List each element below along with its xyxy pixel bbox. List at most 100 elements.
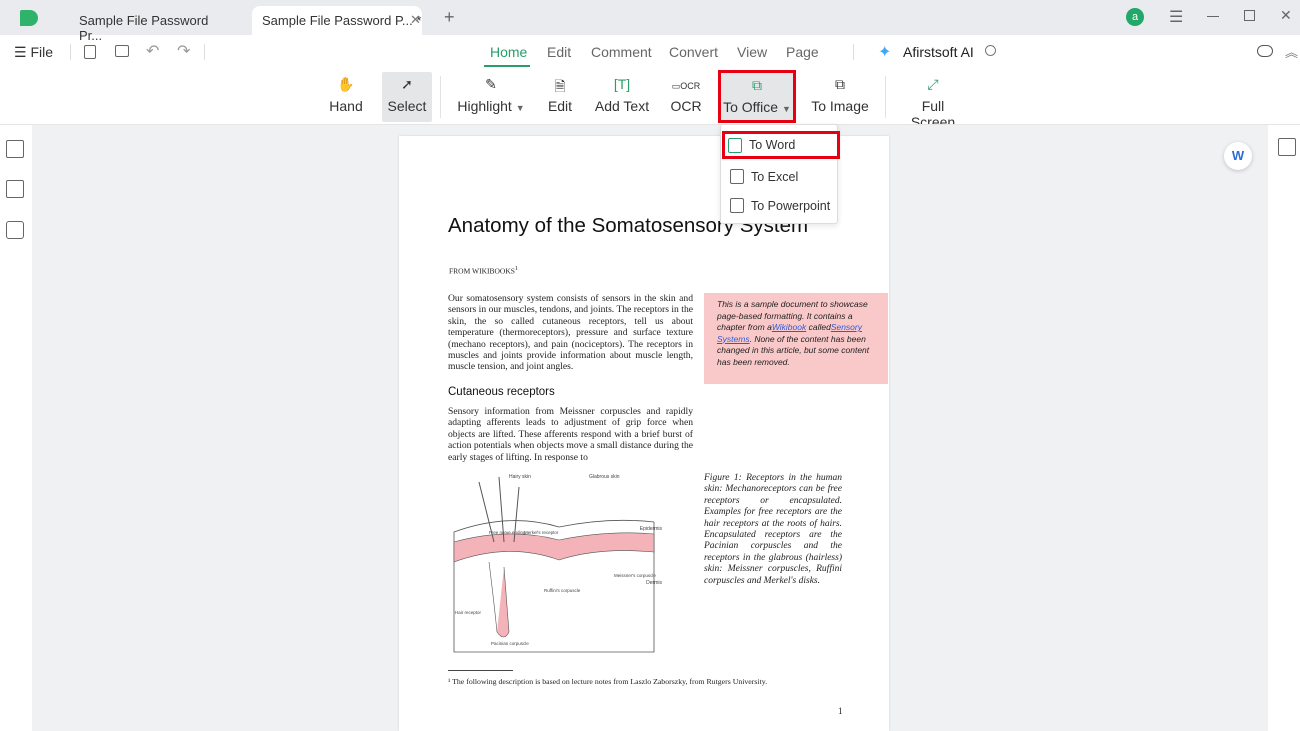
menu-row: ☰ File ↶ ↷ Home Edit Comment Convert Vie… [0, 35, 1300, 69]
fig-label: Dermis [646, 580, 662, 586]
select-tool[interactable]: ➚ Select [382, 72, 432, 122]
divider [70, 44, 71, 60]
bookmark-add-icon[interactable] [6, 180, 24, 198]
save-icon[interactable] [84, 45, 96, 59]
tab-2[interactable]: Sample File Password P... * ✕ [252, 6, 422, 35]
powerpoint-icon [730, 198, 744, 213]
tool-label: To Office [723, 99, 779, 115]
menu-page[interactable]: Page [786, 44, 819, 60]
footnote-rule [448, 670, 513, 671]
maximize-icon[interactable] [1244, 10, 1255, 21]
app-logo [20, 10, 38, 26]
paragraph-cutaneous: Sensory information from Meissner corpus… [448, 406, 693, 463]
fig-label: Free nerve ending [489, 530, 526, 535]
avatar[interactable]: a [1126, 8, 1144, 26]
file-label: File [30, 44, 54, 60]
paragraph-intro: Our somatosensory system consists of sen… [448, 293, 693, 373]
divider [853, 44, 854, 60]
new-tab-icon[interactable]: + [444, 7, 455, 28]
ocr-tool[interactable]: ▭OCR OCR [668, 72, 704, 122]
fig-label: Merkel's receptor [524, 530, 559, 535]
fig-label: Pacinian corpuscle [491, 641, 529, 646]
undo-icon[interactable]: ↶ [146, 41, 159, 61]
add-text-tool[interactable]: [T] Add Text [592, 72, 652, 122]
page-number: 1 [838, 706, 843, 716]
option-label: To Excel [751, 170, 799, 184]
to-office-dropdown: To Word To Excel To Powerpoint [720, 124, 840, 224]
skin-receptors-figure: Hairy skin Glabrous skin Epidermis Dermi… [453, 474, 663, 653]
menu-home[interactable]: Home [490, 44, 527, 60]
wikibook-link[interactable]: Wikibook [772, 322, 806, 332]
to-office-tool[interactable]: ⧉ To Office ▼ [718, 70, 796, 123]
tool-label: Select [387, 98, 427, 114]
section-heading: Cutaneous receptors [448, 386, 555, 398]
close-tab-icon[interactable]: ✕ [410, 12, 421, 28]
close-window-icon[interactable]: ✕ [1280, 7, 1292, 24]
doc-source: FROM WIKIBOOKS1 [449, 265, 518, 276]
fig-label: Glabrous skin [589, 474, 620, 480]
hand-tool[interactable]: ✋ Hand [326, 72, 366, 122]
sample-note-box: This is a sample document to showcase pa… [704, 293, 888, 384]
redo-icon[interactable]: ↷ [177, 41, 190, 61]
fig-label: Ruffini's corpuscle [544, 588, 581, 593]
ai-button[interactable]: Afirstsoft AI [903, 44, 974, 60]
to-excel-option[interactable]: To Excel [727, 165, 837, 189]
hand-icon: ✋ [337, 76, 355, 92]
image-icon: ⧉ [835, 76, 845, 92]
tab-label: Sample File Password P... * [262, 13, 422, 28]
divider [204, 44, 205, 60]
ocr-icon: ▭OCR [671, 81, 701, 91]
menu-convert[interactable]: Convert [669, 44, 718, 60]
tool-label: Highlight [457, 98, 512, 114]
fig-label: Meissner's corpuscle [614, 573, 656, 578]
translate-icon[interactable]: W [1224, 142, 1252, 170]
ai-sparkle-icon: ✦ [878, 44, 892, 61]
option-label: To Powerpoint [751, 199, 831, 213]
tab-bar: Sample File Password Pr... Sample File P… [0, 0, 1300, 43]
minimize-icon[interactable] [1207, 16, 1219, 17]
cursor-icon: ➚ [401, 76, 413, 92]
footnote: ¹ The following description is based on … [448, 677, 768, 686]
tool-label: Edit [547, 98, 573, 114]
footnote-ref: 1 [514, 265, 519, 272]
active-tab-underline [484, 65, 530, 67]
chevron-down-icon: ▼ [515, 103, 525, 113]
excel-icon [730, 169, 744, 184]
properties-panel-icon[interactable] [1278, 138, 1296, 156]
menu-comment[interactable]: Comment [591, 44, 652, 60]
to-word-option[interactable]: To Word [722, 131, 840, 159]
search-icon[interactable] [985, 45, 996, 56]
menu-icon[interactable]: ☰ [1169, 7, 1183, 27]
option-label: To Word [749, 138, 796, 152]
fig-label: Epidermis [640, 526, 663, 532]
menu-edit[interactable]: Edit [547, 44, 571, 60]
page-thumbnail-icon[interactable] [6, 140, 24, 158]
expand-icon: ⤢ [927, 76, 939, 92]
highlight-tool[interactable]: ✎ Highlight ▼ [455, 72, 527, 122]
file-menu[interactable]: ☰ File [14, 44, 53, 61]
note-text: called [806, 322, 831, 332]
pen-icon: ✎ [485, 76, 497, 92]
figure-caption: Figure 1: Receptors in the human skin: M… [704, 473, 842, 586]
to-image-tool[interactable]: ⧉ To Image [810, 72, 870, 122]
edit-doc-icon: 🗎 [554, 78, 566, 94]
collapse-icon[interactable]: ︽ [1285, 42, 1298, 61]
fig-label: Hair receptor [455, 610, 482, 615]
tab-1[interactable]: Sample File Password Pr... [65, 6, 235, 43]
fig-label: Hairy skin [509, 474, 531, 480]
divider [440, 76, 441, 118]
edit-tool[interactable]: 🗎 Edit [543, 72, 577, 122]
print-icon[interactable] [115, 45, 129, 57]
source-text: FROM WIKIBOOKS [449, 266, 515, 276]
word-icon [728, 138, 742, 153]
chevron-down-icon: ▼ [781, 104, 791, 114]
pdf-page: Anatomy of the Somatosensory System FROM… [399, 136, 889, 731]
word-doc-icon: ⧉ [752, 77, 762, 93]
tool-label: Hand [329, 98, 363, 114]
to-powerpoint-option[interactable]: To Powerpoint [727, 194, 837, 218]
text-icon: [T] [613, 76, 631, 92]
full-screen-tool[interactable]: ⤢ Full Screen [898, 72, 968, 130]
menu-view[interactable]: View [737, 44, 767, 60]
cloud-upload-icon[interactable] [1257, 45, 1273, 57]
comment-icon[interactable] [6, 221, 24, 239]
